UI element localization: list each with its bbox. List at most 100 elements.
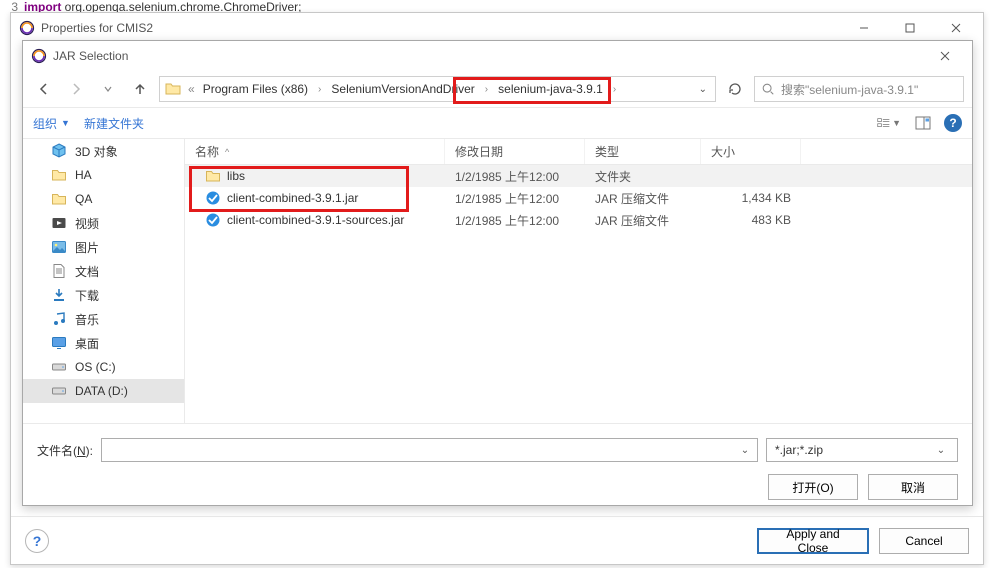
chevron-right-icon[interactable]: › (481, 84, 492, 95)
nav-forward-button[interactable] (63, 76, 89, 102)
filetype-value: *.jar;*.zip (775, 443, 823, 457)
col-type[interactable]: 类型 (585, 139, 701, 164)
cube3d-icon (51, 143, 67, 159)
folder-icon (205, 168, 221, 184)
breadcrumb-part-3[interactable]: selenium-java-3.9.1 (494, 82, 607, 96)
file-row[interactable]: client-combined-3.9.1-sources.jar1/2/198… (185, 209, 972, 231)
jar-icon (205, 190, 221, 206)
help-button[interactable]: ? (25, 529, 49, 553)
chevron-down-icon[interactable]: ⌄ (933, 445, 949, 456)
search-input[interactable]: 搜索"selenium-java-3.9.1" (754, 76, 964, 102)
column-headers: 名称^ 修改日期 类型 大小 (185, 139, 972, 165)
inner-title: JAR Selection (53, 49, 922, 63)
file-type: JAR 压缩文件 (585, 190, 701, 207)
open-button[interactable]: 打开(O) (768, 474, 858, 500)
file-list-pane: 名称^ 修改日期 类型 大小 libs1/2/1985 上午12:00文件夹cl… (185, 139, 972, 423)
file-date: 1/2/1985 上午12:00 (445, 190, 585, 207)
sidebar-item-label: 音乐 (75, 311, 99, 328)
breadcrumb-part-1[interactable]: Program Files (x86) (199, 82, 312, 96)
file-type: JAR 压缩文件 (585, 212, 701, 229)
sidebar-item-label: DATA (D:) (75, 384, 128, 398)
sidebar-item-label: OS (C:) (75, 360, 116, 374)
sidebar-item-label: 文档 (75, 263, 99, 280)
new-folder-label: 新建文件夹 (84, 115, 144, 132)
drive-icon (51, 359, 67, 375)
outer-titlebar[interactable]: Properties for CMIS2 (11, 13, 983, 43)
file-browser-body: 3D 对象 HA QA 视频图片文档下载音乐桌面 OS (C:) DATA (D:) 名称… (23, 139, 972, 423)
sidebar-item[interactable]: 音乐 (23, 307, 184, 331)
file-date: 1/2/1985 上午12:00 (445, 212, 585, 229)
sidebar-item[interactable]: 视频 (23, 211, 184, 235)
file-type: 文件夹 (585, 168, 701, 185)
chevron-down-icon[interactable]: ⌄ (737, 445, 753, 456)
breadcrumb-part-2[interactable]: SeleniumVersionAndDriver (327, 82, 478, 96)
file-name: client-combined-3.9.1.jar (227, 191, 358, 205)
close-button[interactable] (922, 42, 968, 70)
download-icon (51, 287, 67, 303)
file-row[interactable]: libs 1/2/1985 上午12:00文件夹 (185, 165, 972, 187)
drive-icon (51, 383, 67, 399)
file-date: 1/2/1985 上午12:00 (445, 168, 585, 185)
sort-indicator-icon: ^ (225, 147, 229, 157)
jar-icon (205, 212, 221, 228)
sidebar-item[interactable]: 3D 对象 (23, 139, 184, 163)
chevron-right-icon[interactable]: › (314, 84, 325, 95)
cancel-button[interactable]: Cancel (879, 528, 969, 554)
file-row[interactable]: client-combined-3.9.1.jar 1/2/1985 上午12:0… (185, 187, 972, 209)
outer-button-bar: ? Apply and Close Cancel (11, 516, 983, 564)
sidebar-item-label: 桌面 (75, 335, 99, 352)
breadcrumb[interactable]: « Program Files (x86) › SeleniumVersionA… (159, 76, 716, 102)
video-icon (51, 215, 67, 231)
filename-input[interactable] (106, 443, 737, 457)
chevron-down-icon: ▼ (61, 118, 70, 128)
close-button[interactable] (933, 14, 979, 42)
toolbar: 组织 ▼ 新建文件夹 ▼ ? (23, 107, 972, 139)
file-name: libs (227, 169, 245, 183)
sidebar-item[interactable]: 桌面 (23, 331, 184, 355)
sidebar-item[interactable]: 下载 (23, 283, 184, 307)
col-date[interactable]: 修改日期 (445, 139, 585, 164)
folder-icon (164, 80, 182, 98)
preview-pane-button[interactable] (910, 110, 936, 136)
col-size[interactable]: 大小 (701, 139, 801, 164)
maximize-button[interactable] (887, 14, 933, 42)
sidebar-item[interactable]: DATA (D:) (23, 379, 184, 403)
sidebar-item[interactable]: OS (C:) (23, 355, 184, 379)
sidebar-item[interactable]: HA (23, 163, 184, 187)
dialog-buttons: 打开(O) 取消 (23, 470, 972, 510)
filetype-combo[interactable]: *.jar;*.zip ⌄ (766, 438, 958, 462)
chevron-right-icon[interactable]: › (609, 84, 620, 95)
inner-titlebar[interactable]: JAR Selection (23, 41, 972, 71)
nav-up-button[interactable] (127, 76, 153, 102)
file-size: 1,434 KB (701, 191, 801, 205)
col-name[interactable]: 名称^ (185, 139, 445, 164)
eclipse-icon (31, 48, 47, 64)
address-bar-row: « Program Files (x86) › SeleniumVersionA… (23, 71, 972, 107)
filename-combo[interactable]: ⌄ (101, 438, 758, 462)
outer-window-controls (841, 14, 979, 42)
outer-title: Properties for CMIS2 (41, 21, 841, 35)
minimize-button[interactable] (841, 14, 887, 42)
inner-window-controls (922, 42, 968, 70)
organize-menu[interactable]: 组织 ▼ (33, 115, 70, 132)
sidebar: 3D 对象 HA QA 视频图片文档下载音乐桌面 OS (C:) DATA (D:) (23, 139, 185, 423)
picture-icon (51, 239, 67, 255)
sidebar-item-label: HA (75, 168, 92, 182)
nav-back-button[interactable] (31, 76, 57, 102)
sidebar-item[interactable]: QA (23, 187, 184, 211)
cancel-button[interactable]: 取消 (868, 474, 958, 500)
refresh-button[interactable] (722, 76, 748, 102)
sidebar-item[interactable]: 文档 (23, 259, 184, 283)
jar-selection-dialog: JAR Selection « Program Files (x86) › Se… (22, 40, 973, 506)
view-options-button[interactable]: ▼ (876, 110, 902, 136)
sidebar-item-label: 视频 (75, 215, 99, 232)
folder-icon (51, 167, 67, 183)
music-icon (51, 311, 67, 327)
breadcrumb-dropdown[interactable]: ⌄ (699, 84, 707, 95)
help-button[interactable]: ? (944, 114, 962, 132)
new-folder-button[interactable]: 新建文件夹 (84, 115, 144, 132)
nav-recent-dropdown[interactable] (95, 76, 121, 102)
apply-and-close-button[interactable]: Apply and Close (757, 528, 869, 554)
sidebar-item[interactable]: 图片 (23, 235, 184, 259)
breadcrumb-ellipsis[interactable]: « (186, 82, 197, 96)
